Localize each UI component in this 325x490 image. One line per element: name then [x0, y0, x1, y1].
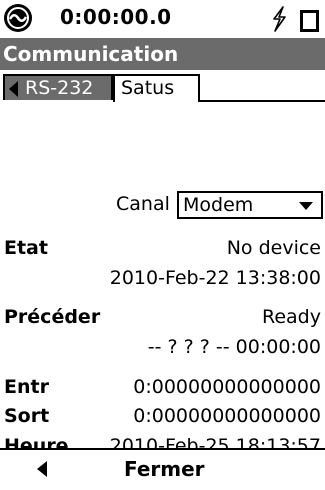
page-title: Communication	[0, 38, 325, 70]
logo-icon	[4, 4, 32, 32]
tab-divider	[200, 100, 325, 102]
canal-select-value: Modem	[183, 194, 254, 216]
sort-row: Sort 0:00000000000000	[0, 399, 325, 433]
tab-status[interactable]: Satus	[113, 74, 200, 102]
lightning-icon	[273, 6, 286, 32]
preceder-value: Ready	[262, 306, 321, 328]
tab-status-label: Satus	[121, 77, 175, 99]
tab-rs232[interactable]: RS-232	[3, 74, 113, 100]
preceder-detail-row: -- ? ? ? -- 00:00:00	[0, 330, 325, 364]
footer-bar: Fermer	[0, 448, 325, 490]
preceder-detail: -- ? ? ? -- 00:00:00	[147, 336, 321, 358]
etat-label: Etat	[4, 237, 48, 259]
close-button[interactable]: Fermer	[124, 450, 205, 488]
tab-bar: RS-232 Satus	[0, 70, 325, 102]
canal-label: Canal	[116, 193, 170, 215]
etat-date-row: 2010-Feb-22 13:38:00	[0, 261, 325, 295]
etat-row: Etat No device	[0, 231, 325, 265]
canal-select[interactable]: Modem	[177, 191, 323, 219]
battery-icon	[300, 10, 319, 32]
arrow-left-icon	[9, 81, 18, 97]
tab-rs232-label: RS-232	[25, 77, 94, 99]
preceder-label: Précéder	[4, 306, 101, 328]
preceder-row: Précéder Ready	[0, 300, 325, 334]
status-bar: 0:00:00.0	[0, 0, 325, 38]
sort-label: Sort	[4, 405, 50, 427]
etat-date: 2010-Feb-22 13:38:00	[109, 267, 321, 289]
etat-value: No device	[226, 237, 321, 259]
back-arrow-icon[interactable]	[37, 461, 47, 477]
chevron-down-icon	[299, 202, 313, 210]
elapsed-timer: 0:00:00.0	[60, 5, 172, 29]
sort-value: 0:00000000000000	[133, 405, 321, 427]
